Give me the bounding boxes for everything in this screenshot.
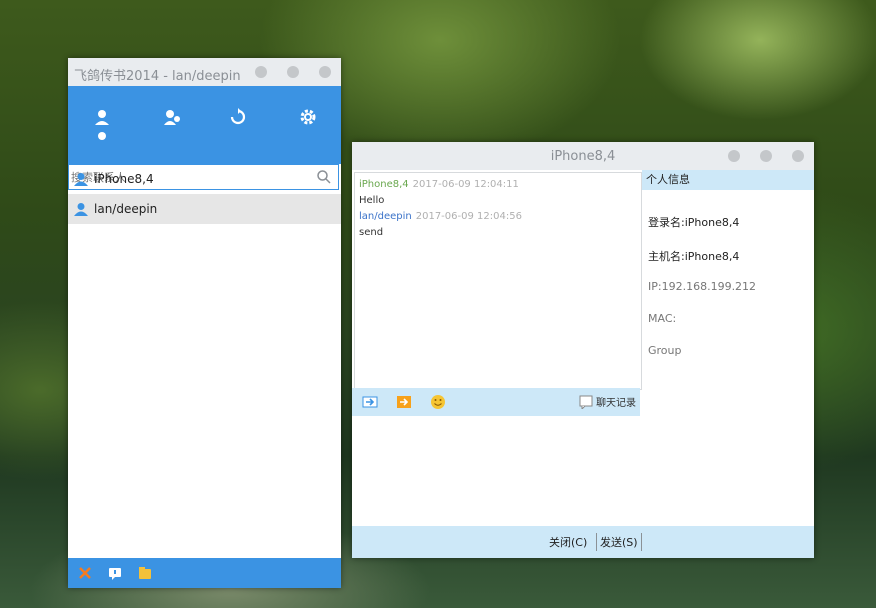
main-header (68, 86, 341, 190)
contact-avatar-icon (74, 173, 88, 186)
message-header: lan/deepin 2017-06-09 12:04:56 (359, 211, 522, 222)
chat-footer: 关闭(C) 发送(S) (352, 526, 814, 558)
close-chat-button[interactable]: 关闭(C) (546, 533, 590, 551)
message-log[interactable]: iPhone8,4 2017-06-09 12:04:11 Hello lan/d… (354, 172, 642, 390)
message-sender: lan/deepin (359, 211, 412, 222)
user-icon (95, 110, 109, 125)
chat-body: iPhone8,4 2017-06-09 12:04:11 Hello lan/d… (352, 170, 814, 558)
message-text: send (359, 227, 384, 238)
close-button[interactable] (319, 66, 331, 78)
contact-name: lan/deepin (94, 202, 158, 216)
contact-name: iPhone8,4 (94, 172, 154, 186)
folder-icon[interactable] (138, 566, 152, 580)
chat-window-title: iPhone8,4 (550, 149, 616, 164)
send-folder-icon[interactable] (396, 394, 412, 410)
history-icon (579, 395, 593, 411)
active-tab-indicator (98, 132, 106, 140)
close-button[interactable] (792, 150, 804, 162)
minimize-button[interactable] (255, 66, 267, 78)
tab-settings[interactable] (298, 108, 318, 128)
tab-contacts[interactable] (92, 108, 112, 128)
info-login-name: 登录名:iPhone8,4 (648, 216, 740, 229)
main-window-title: 飞鸽传书2014 - lan/deepin (74, 69, 241, 84)
maximize-button[interactable] (760, 150, 772, 162)
info-header: 个人信息 (642, 170, 814, 190)
contact-avatar-icon (74, 203, 88, 216)
contact-item[interactable]: lan/deepin (68, 194, 341, 224)
info-host-name: 主机名:iPhone8,4 (648, 250, 740, 263)
history-label: 聊天记录 (596, 398, 636, 409)
group-icon (164, 110, 180, 125)
message-input[interactable] (352, 416, 640, 524)
message-text: Hello (359, 195, 385, 206)
history-button[interactable]: 聊天记录 (579, 394, 636, 411)
message-header: iPhone8,4 2017-06-09 12:04:11 (359, 179, 519, 190)
chat-window: iPhone8,4 iPhone8,4 2017-06-09 12:04:11 H… (352, 142, 814, 558)
tools-icon[interactable] (78, 566, 92, 580)
tab-groups[interactable] (162, 108, 182, 128)
send-button[interactable]: 发送(S) (596, 533, 642, 551)
info-ip: IP:192.168.199.212 (648, 280, 757, 293)
main-window: 飞鸽传书2014 - lan/deepin iPhone8,4 lan (68, 58, 341, 588)
tab-refresh[interactable] (228, 108, 248, 128)
contact-list: iPhone8,4 lan/deepin (68, 164, 341, 224)
info-panel: 个人信息 登录名:iPhone8,4 主机名:iPhone8,4 IP:192.… (642, 170, 814, 524)
message-icon[interactable] (108, 566, 122, 580)
info-mac: MAC: (648, 312, 677, 325)
send-file-icon[interactable] (362, 394, 378, 410)
message-time: 2017-06-09 12:04:56 (415, 211, 522, 222)
gear-icon (300, 109, 316, 125)
main-footer (68, 558, 341, 588)
maximize-button[interactable] (287, 66, 299, 78)
message-time: 2017-06-09 12:04:11 (412, 179, 519, 190)
message-sender: iPhone8,4 (359, 179, 409, 190)
contact-item[interactable]: iPhone8,4 (68, 164, 341, 194)
info-group: Group (648, 344, 682, 357)
chat-toolbar: 聊天记录 (352, 388, 640, 416)
emoji-icon[interactable] (430, 394, 446, 410)
chat-titlebar[interactable]: iPhone8,4 (352, 142, 814, 170)
minimize-button[interactable] (728, 150, 740, 162)
refresh-icon (230, 108, 246, 125)
main-titlebar[interactable]: 飞鸽传书2014 - lan/deepin (68, 58, 341, 86)
